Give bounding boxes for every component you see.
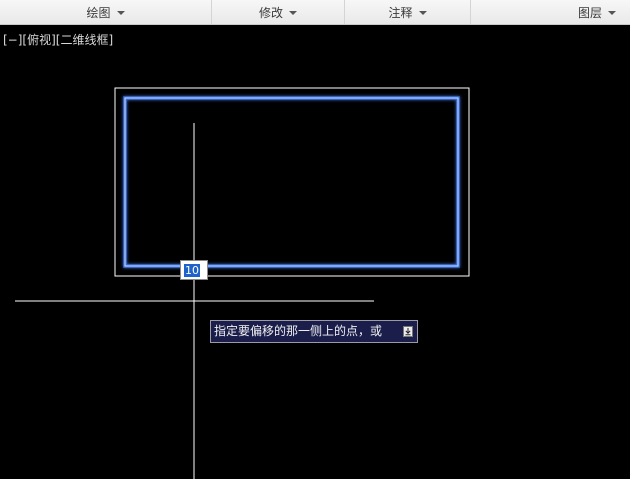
command-prompt-tooltip: 指定要偏移的那一侧上的点，或 [210,320,418,343]
command-prompt-text: 指定要偏移的那一侧上的点，或 [214,324,383,338]
down-arrow-icon[interactable] [403,326,413,337]
dynamic-input-value: 10 [184,264,200,277]
drawing-canvas[interactable] [0,0,630,479]
selected-rectangle-glow [123,96,460,268]
selected-rectangle[interactable] [124,97,459,267]
dynamic-input-field[interactable]: 10 [180,260,208,280]
outer-rectangle[interactable] [114,87,470,277]
autocad-window: 绘图 修改 注释 图层 [−][俯视][二维线框] 10 指定要偏移的那一侧上的… [0,0,630,479]
